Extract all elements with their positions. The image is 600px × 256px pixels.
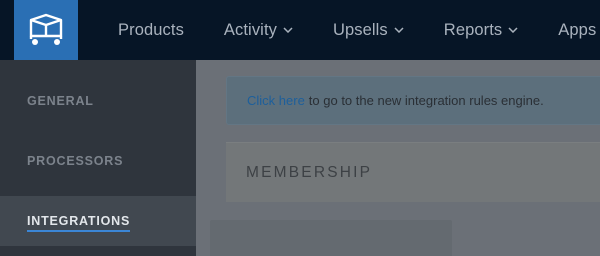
content-panel xyxy=(210,220,452,256)
sidebar: GENERAL PROCESSORS INTEGRATIONS xyxy=(0,60,196,256)
nav-item-activity[interactable]: Activity xyxy=(224,21,293,40)
sidebar-item-label: PROCESSORS xyxy=(27,154,124,168)
nav-item-label: Apps xyxy=(558,20,597,39)
nav-item-upsells[interactable]: Upsells xyxy=(333,21,404,40)
top-navbar: Products Activity Upsells Reports Apps xyxy=(0,0,600,60)
chevron-down-icon xyxy=(283,27,293,33)
sidebar-item-label: GENERAL xyxy=(27,94,94,108)
sidebar-item-label: INTEGRATIONS xyxy=(27,214,131,232)
main-content: Click here to go to the new integration … xyxy=(196,60,600,256)
membership-card: MEMBERSHIP xyxy=(226,142,600,202)
notice-text: to go to the new integration rules engin… xyxy=(308,93,544,108)
nav-item-apps[interactable]: Apps xyxy=(558,21,596,40)
section-title: MEMBERSHIP xyxy=(246,163,373,181)
box-cart-icon xyxy=(29,13,63,45)
chevron-down-icon xyxy=(394,27,404,33)
info-notice: Click here to go to the new integration … xyxy=(226,76,600,125)
sidebar-item-processors[interactable]: PROCESSORS xyxy=(0,136,196,186)
nav-item-label: Products xyxy=(118,20,184,39)
rules-engine-link[interactable]: Click here xyxy=(247,93,305,108)
nav-item-label: Upsells xyxy=(332,20,388,39)
chevron-down-icon xyxy=(508,27,518,33)
main-nav: Products Activity Upsells Reports Apps xyxy=(100,0,600,60)
sidebar-item-general[interactable]: GENERAL xyxy=(0,76,196,126)
nav-item-reports[interactable]: Reports xyxy=(444,21,518,40)
nav-item-products[interactable]: Products xyxy=(118,21,184,40)
nav-item-label: Activity xyxy=(223,20,277,39)
sidebar-item-integrations[interactable]: INTEGRATIONS xyxy=(0,196,196,246)
nav-item-label: Reports xyxy=(443,20,503,39)
logo[interactable] xyxy=(14,0,78,60)
